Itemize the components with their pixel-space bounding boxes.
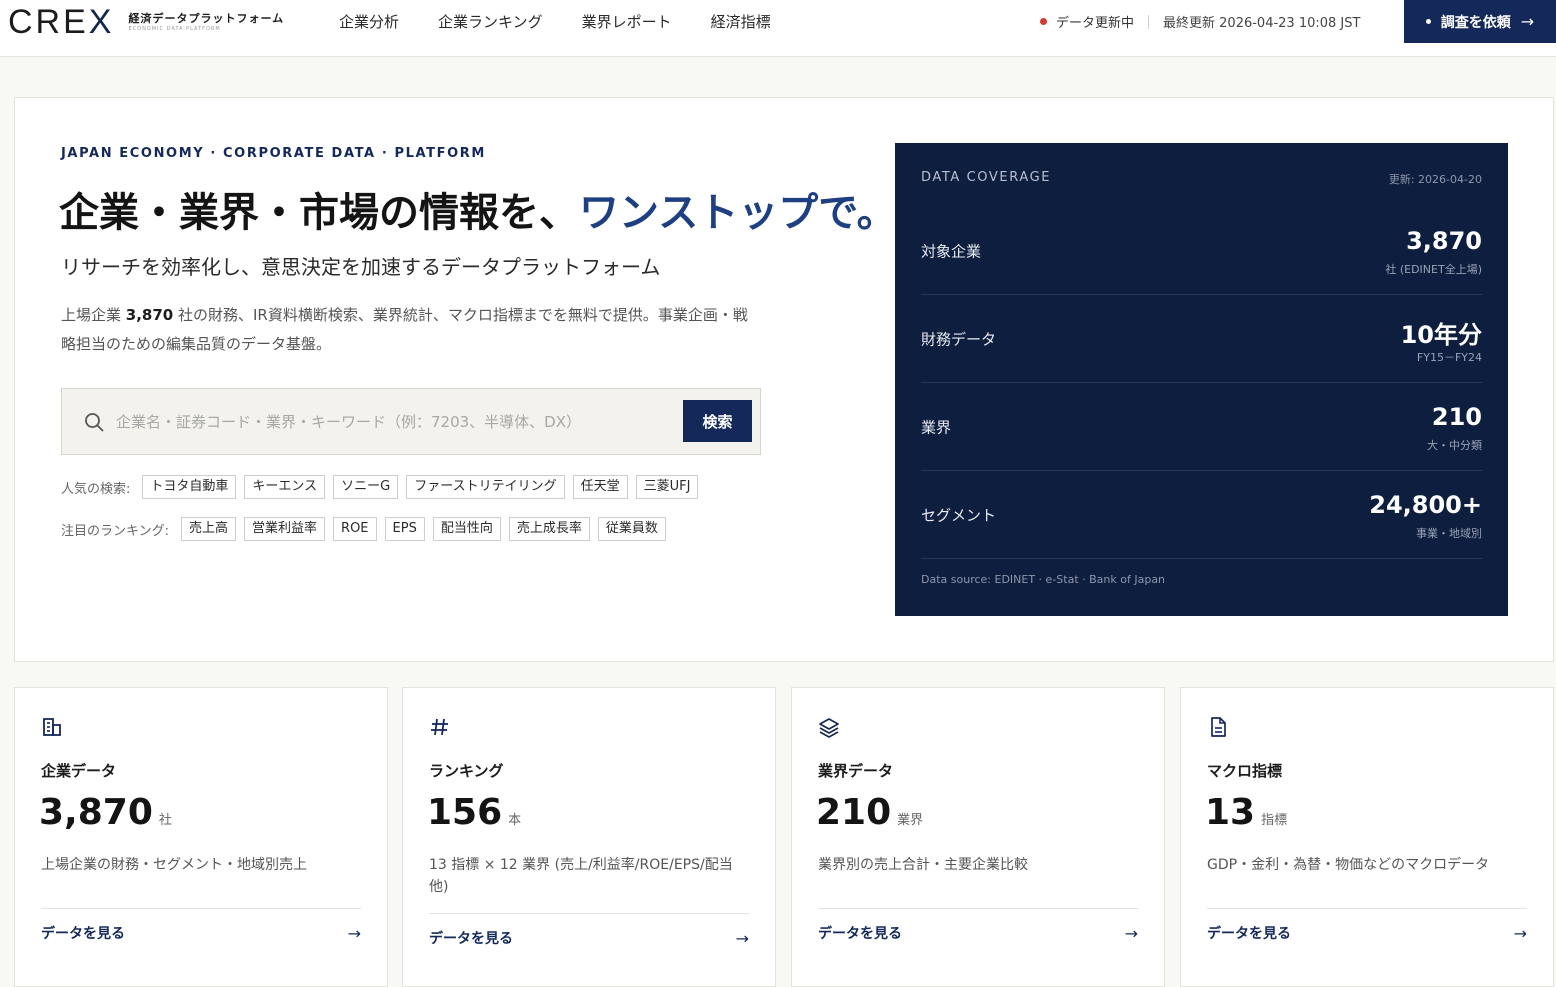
popular-chip[interactable]: 任天堂 xyxy=(572,475,628,499)
coverage-row: 業界 210 大・中分類 xyxy=(921,383,1482,471)
view-data-link[interactable]: データを見る → xyxy=(429,913,749,948)
ranking-chip[interactable]: 売上成長率 xyxy=(508,517,590,541)
card-metric: 156 本 xyxy=(427,792,522,833)
popular-chip[interactable]: トヨタ自動車 xyxy=(142,475,237,499)
coverage-label: 業界 xyxy=(921,418,952,436)
card-metric: 13 指標 xyxy=(1205,792,1288,833)
last-updated: 最終更新 2026-04-23 10:08 JST xyxy=(1163,16,1361,31)
coverage-sub: 社 (EDINET全上場) xyxy=(1385,263,1482,276)
coverage-value: 210 xyxy=(1431,403,1482,431)
arrow-right-icon: → xyxy=(735,928,749,948)
card-industry-data[interactable]: 業界データ 210 業界 業界別の売上合計・主要企業比較 データを見る → xyxy=(791,687,1165,987)
hero-kicker: JAPAN ECONOMY · CORPORATE DATA · PLATFOR… xyxy=(61,146,486,161)
ranking-chip[interactable]: 従業員数 xyxy=(597,517,666,541)
coverage-value: 10年分 xyxy=(1400,321,1482,349)
nav-industry-report[interactable]: 業界レポート xyxy=(582,11,672,32)
arrow-right-icon: → xyxy=(347,923,361,943)
popular-searches: 人気の検索: トヨタ自動車 キーエンス ソニーG ファーストリテイリング 任天堂… xyxy=(61,475,706,499)
request-research-button[interactable]: 調査を依頼 → xyxy=(1404,0,1556,43)
bullet-icon xyxy=(1425,19,1431,24)
arrow-right-icon: → xyxy=(1513,923,1527,943)
card-title: 企業データ xyxy=(41,762,117,780)
ranking-label: 注目のランキング: xyxy=(61,523,169,539)
cta-label: 調査を依頼 xyxy=(1440,14,1511,31)
card-macro-indicators[interactable]: マクロ指標 13 指標 GDP・金利・為替・物価などのマクロデータ データを見る → xyxy=(1180,687,1554,987)
ranking-chip[interactable]: 売上高 xyxy=(181,517,237,541)
card-title: ランキング xyxy=(429,762,504,780)
ranking-chip[interactable]: ROE xyxy=(333,517,377,541)
search-button[interactable]: 検索 xyxy=(683,400,752,442)
card-title: 業界データ xyxy=(818,762,894,780)
card-ranking[interactable]: ランキング 156 本 13 指標 × 12 業界 (売上/利益率/ROE/EPS… xyxy=(402,687,776,987)
popular-chip[interactable]: ファーストリテイリング xyxy=(406,475,565,499)
status-label: データ更新中 xyxy=(1056,16,1135,31)
card-company-data[interactable]: 企業データ 3,870 社 上場企業の財務・セグメント・地域別売上 データを見る → xyxy=(14,687,388,987)
card-description: 業界別の売上合計・主要企業比較 xyxy=(818,857,1028,873)
coverage-label: 対象企業 xyxy=(921,242,982,260)
hero-section: JAPAN ECONOMY · CORPORATE DATA · PLATFOR… xyxy=(14,97,1554,662)
popular-chip[interactable]: ソニーG xyxy=(333,475,399,499)
main-nav: 企業分析 企業ランキング 業界レポート 経済指標 xyxy=(339,0,810,43)
coverage-sub: FY15－FY24 xyxy=(1416,351,1482,364)
hero-subhead: リサーチを効率化し、意思決定を加速するデータプラットフォーム xyxy=(61,255,661,279)
search-icon xyxy=(85,412,104,431)
hero-description: 上場企業 3,870 社の財務、IR資料横断検索、業界統計、マクロ指標までを無料… xyxy=(61,306,748,353)
logo-tagline-en: ECONOMIC DATA PLATFORM xyxy=(128,25,221,32)
coverage-row: 財務データ 10年分 FY15－FY24 xyxy=(921,295,1482,383)
building-icon xyxy=(43,718,61,736)
logo[interactable]: CREX 経済データプラットフォーム ECONOMIC DATA PLATFOR… xyxy=(8,4,284,40)
popular-label: 人気の検索: xyxy=(61,481,131,497)
logo-tagline-jp: 経済データプラットフォーム xyxy=(128,11,285,25)
coverage-sub: 事業・地域別 xyxy=(1416,527,1482,540)
featured-rankings: 注目のランキング: 売上高 営業利益率 ROE EPS 配当性向 売上成長率 従… xyxy=(61,517,674,541)
popular-chip[interactable]: キーエンス xyxy=(244,475,326,499)
view-data-link[interactable]: データを見る → xyxy=(1207,908,1527,943)
coverage-sub: 大・中分類 xyxy=(1427,439,1482,452)
data-coverage-panel: DATA COVERAGE 更新: 2026-04-20 対象企業 3,870 … xyxy=(895,143,1508,616)
coverage-label: 財務データ xyxy=(921,330,997,348)
coverage-label: セグメント xyxy=(921,506,997,524)
card-description: 上場企業の財務・セグメント・地域別売上 xyxy=(41,857,307,873)
panel-date: 更新: 2026-04-20 xyxy=(1388,173,1482,186)
data-source: Data source: EDINET · e-Stat · Bank of J… xyxy=(921,573,1166,586)
divider xyxy=(1148,14,1150,29)
hash-icon xyxy=(431,718,448,736)
card-description: 13 指標 × 12 業界 (売上/利益率/ROE/EPS/配当他) xyxy=(429,857,733,895)
card-description: GDP・金利・為替・物価などのマクロデータ xyxy=(1207,857,1490,873)
popular-chip[interactable]: 三菱UFJ xyxy=(635,475,699,499)
card-title: マクロ指標 xyxy=(1207,762,1283,780)
coverage-value: 3,870 xyxy=(1406,227,1482,255)
headline-highlight: ワンストップで。 xyxy=(579,190,897,236)
nav-company-ranking[interactable]: 企業ランキング xyxy=(438,11,543,32)
site-header: CREX 経済データプラットフォーム ECONOMIC DATA PLATFOR… xyxy=(0,0,1556,57)
layers-icon xyxy=(819,718,839,738)
ranking-chip[interactable]: EPS xyxy=(384,517,425,541)
hero-headline: 企業・業界・市場の情報を、ワンストップで。 xyxy=(59,190,897,236)
search-input[interactable] xyxy=(116,412,676,431)
card-metric: 3,870 社 xyxy=(39,792,172,833)
search-box: 検索 xyxy=(61,388,761,455)
nav-economic-indicators[interactable]: 経済指標 xyxy=(711,11,771,32)
update-status: データ更新中 最終更新 2026-04-23 10:08 JST xyxy=(1040,12,1360,31)
nav-company-analysis[interactable]: 企業分析 xyxy=(339,11,399,32)
coverage-row: セグメント 24,800+ 事業・地域別 xyxy=(921,471,1482,559)
panel-title: DATA COVERAGE xyxy=(921,170,1052,185)
document-icon xyxy=(1211,717,1226,737)
view-data-link[interactable]: データを見る → xyxy=(41,908,361,943)
logo-mark: CREX xyxy=(8,3,115,41)
view-data-link[interactable]: データを見る → xyxy=(818,908,1138,943)
ranking-chip[interactable]: 配当性向 xyxy=(432,517,501,541)
card-metric: 210 業界 xyxy=(816,792,924,833)
arrow-right-icon: → xyxy=(1520,12,1535,31)
ranking-chip[interactable]: 営業利益率 xyxy=(244,517,326,541)
coverage-row: 対象企業 3,870 社 (EDINET全上場) xyxy=(921,207,1482,295)
arrow-right-icon: → xyxy=(1124,923,1138,943)
coverage-value: 24,800+ xyxy=(1369,491,1482,519)
status-dot-icon xyxy=(1040,18,1047,25)
